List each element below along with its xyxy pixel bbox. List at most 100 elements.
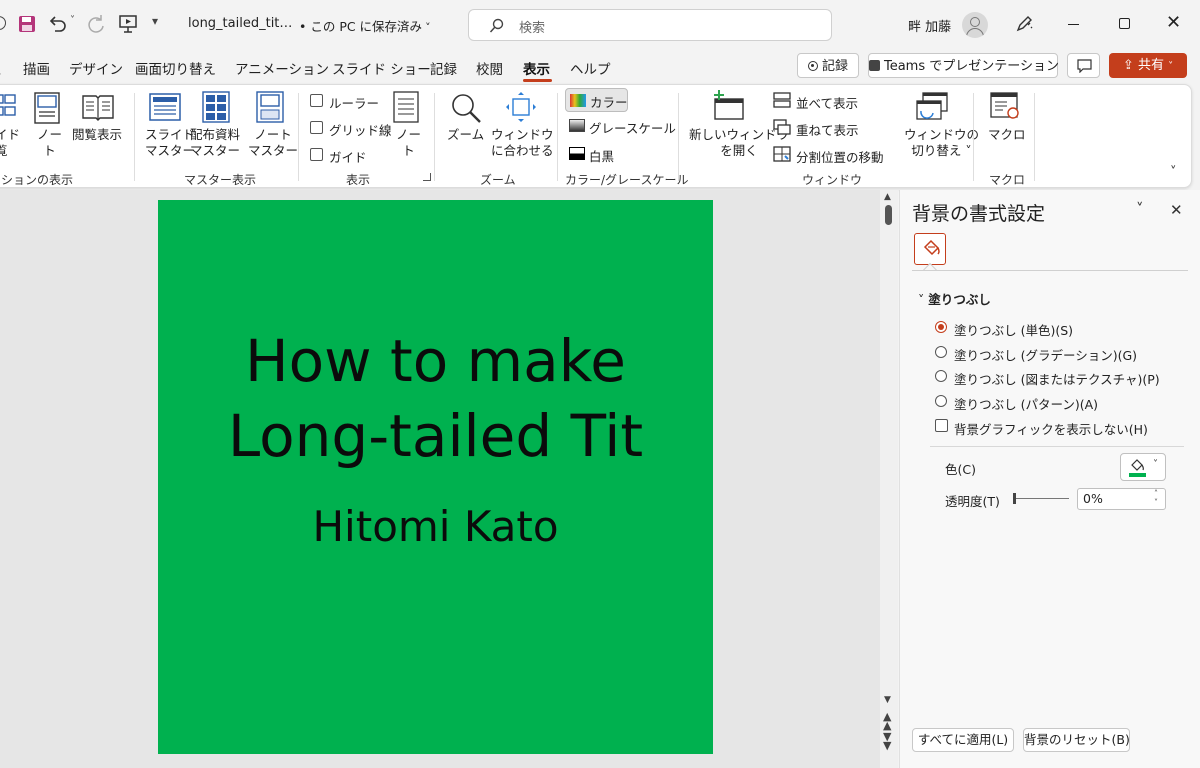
undo-dropdown-icon[interactable]: ˅ [70,15,75,26]
switch-windows-label[interactable]: ウィンドウの 切り替え ˅ [904,127,979,159]
tab-animations[interactable]: アニメーション [235,58,329,78]
move-split-icon[interactable] [773,146,791,162]
user-name[interactable]: 畔 加藤 [908,16,951,35]
slide-title-line1[interactable]: How to make [158,327,713,395]
gridlines-label[interactable]: グリッド線 [329,120,392,139]
notes-label[interactable]: ノート [396,127,421,159]
cascade-icon[interactable] [773,119,791,135]
save-status[interactable]: • この PC に保存済み ˅ [299,16,431,35]
tab-draw[interactable]: 描画 [23,58,50,78]
reading-view-icon[interactable] [81,93,115,121]
slide-master-label[interactable]: スライド マスター [145,127,195,159]
present-icon[interactable] [118,14,138,34]
dialog-launcher-icon[interactable] [423,173,431,181]
ruler-checkbox[interactable] [310,94,323,107]
fit-to-window-label[interactable]: ウィンドウ に合わせる [491,127,554,159]
macro-label[interactable]: マクロ [988,127,1026,143]
slider-thumb[interactable] [1013,493,1016,504]
undo-icon[interactable] [48,15,68,33]
scroll-up-arrow-icon[interactable]: ▲ [884,192,891,202]
slide-master-icon[interactable] [149,93,181,121]
handout-master-label[interactable]: 配布資料 マスター [190,127,240,159]
record-button[interactable]: 記録 [797,53,859,78]
redo-icon[interactable] [86,14,106,34]
previous-slide-icon[interactable]: ▲ ▲ [883,711,891,731]
collapse-ribbon-icon[interactable]: ˅ [1170,165,1177,180]
hide-graphics-label[interactable]: 背景グラフィックを表示しない(H) [954,419,1148,438]
scroll-down-arrow-icon[interactable]: ▼ [884,695,891,705]
slide-title-line2[interactable]: Long-tailed Tit [158,402,713,470]
grayscale-icon[interactable] [569,119,585,132]
guides-checkbox[interactable] [310,148,323,161]
designer-pen-icon[interactable] [1014,14,1034,34]
transparency-slider[interactable] [1013,493,1069,505]
vertical-scrollbar[interactable]: ▲ ▼ ▲ ▲ ▼ ▼ [880,190,898,768]
spin-up-icon[interactable]: ˄ [1154,489,1158,498]
notes-page-icon[interactable] [33,91,61,125]
notes-master-icon[interactable] [256,91,284,123]
grayscale-label[interactable]: グレースケール [589,118,676,137]
apply-to-all-button[interactable]: すべてに適用(L) [912,728,1014,752]
slide[interactable]: How to make Long-tailed Tit Hitomi Kato [158,200,713,754]
fill-section-toggle[interactable]: ˅ 塗りつぶし [918,289,991,308]
fill-gradient-label[interactable]: 塗りつぶし (グラデーション)(G) [954,345,1137,364]
autosave-toggle-icon[interactable] [0,16,6,30]
share-button[interactable]: ⇪ 共有 ˅ [1109,53,1187,78]
tab-help[interactable]: ヘルプ [570,58,611,78]
search-box[interactable]: 検索 [468,9,832,41]
zoom-icon[interactable] [449,91,483,125]
slide-sorter-icon[interactable] [0,93,17,123]
fill-pattern-radio[interactable] [935,395,947,407]
slide-sorter-label[interactable]: イド覧 [0,127,20,159]
handout-master-icon[interactable] [202,91,230,123]
black-white-icon[interactable] [569,147,585,160]
fill-pattern-label[interactable]: 塗りつぶし (パターン)(A) [954,394,1098,413]
minimize-icon[interactable] [1068,24,1079,25]
fill-picture-label[interactable]: 塗りつぶし (図またはテクスチャ)(P) [954,369,1160,388]
tab-record[interactable]: 記録 [430,58,457,78]
avatar[interactable] [962,12,988,38]
fit-to-window-icon[interactable] [505,91,537,123]
save-icon[interactable] [18,15,36,33]
notes-page-label[interactable]: ノート [37,127,62,159]
macro-icon[interactable] [989,91,1021,123]
tab-partial[interactable]: 、 [0,58,10,78]
spin-down-icon[interactable]: ˅ [1154,498,1158,507]
fill-tab-button[interactable] [914,233,946,265]
notes-master-label[interactable]: ノート マスター [248,127,298,159]
pane-options-chevron-icon[interactable]: ˅ [1136,200,1144,218]
cascade-label[interactable]: 重ねて表示 [796,120,859,139]
comments-button[interactable] [1067,53,1100,78]
transparency-spinbox[interactable]: 0% ˄ ˅ [1077,488,1166,510]
arrange-all-label[interactable]: 並べて表示 [796,93,858,112]
fill-gradient-radio[interactable] [935,346,947,358]
fill-solid-radio[interactable] [935,321,947,333]
pane-close-icon[interactable]: ✕ [1170,201,1183,219]
tab-slideshow[interactable]: スライド ショー [332,58,431,78]
new-window-icon[interactable] [711,89,745,121]
close-icon[interactable]: ✕ [1166,12,1181,33]
tab-transitions[interactable]: 画面切り替え [135,58,216,78]
color-button[interactable]: カラー [565,88,628,112]
black-white-label[interactable]: 白黒 [589,146,614,165]
zoom-label[interactable]: ズーム [447,127,484,143]
tab-review[interactable]: 校閲 [476,58,503,78]
restore-icon[interactable] [1119,18,1130,29]
scrollbar-thumb[interactable] [885,205,892,225]
guides-label[interactable]: ガイド [329,147,367,166]
fill-picture-radio[interactable] [935,370,947,382]
reset-background-button[interactable]: 背景のリセット(B) [1023,728,1130,752]
switch-windows-icon[interactable] [915,91,949,123]
teams-present-button[interactable]: Teams でプレゼンテーション [868,53,1059,78]
tab-design[interactable]: デザイン [69,58,123,78]
gridlines-checkbox[interactable] [310,121,323,134]
notes-icon[interactable] [393,91,419,123]
reading-view-label[interactable]: 閲覧表示 [72,127,122,143]
fill-color-picker[interactable]: ˅ [1120,453,1166,481]
tab-view[interactable]: 表示 [523,58,550,78]
fill-solid-label[interactable]: 塗りつぶし (単色)(S) [954,320,1073,339]
ruler-label[interactable]: ルーラー [329,93,379,112]
arrange-all-icon[interactable] [773,92,791,108]
hide-graphics-checkbox[interactable] [935,419,948,432]
slide-subtitle[interactable]: Hitomi Kato [158,502,713,551]
